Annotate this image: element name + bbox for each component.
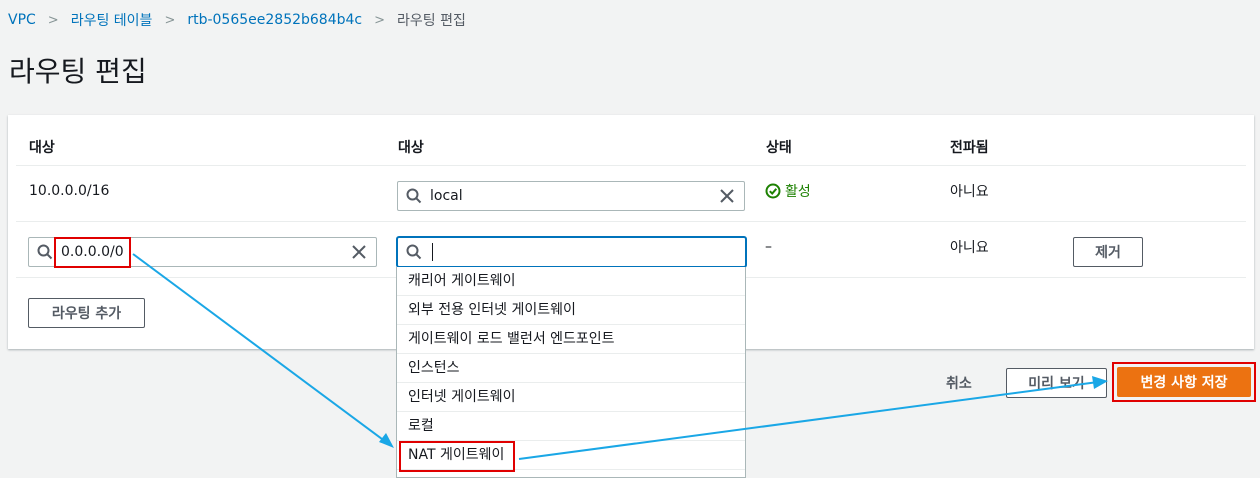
target-search-input[interactable]: local	[397, 181, 745, 211]
breadcrumb-route-tables-link[interactable]: 라우팅 테이블	[71, 10, 153, 30]
status-badge: 활성	[765, 181, 811, 201]
option-egress-only-igw[interactable]: 외부 전용 인터넷 게이트웨이	[397, 296, 745, 325]
breadcrumb-current: 라우팅 편집	[397, 13, 466, 29]
route-destination: 10.0.0.0/16	[29, 183, 110, 199]
target-type-dropdown: 캐리어 게이트웨이 외부 전용 인터넷 게이트웨이 게이트웨이 로드 밸런서 엔…	[396, 267, 746, 478]
text-caret	[432, 243, 433, 261]
option-local[interactable]: 로컬	[397, 412, 745, 441]
status-text: –	[765, 239, 772, 255]
destination-value: 0.0.0.0/0	[61, 244, 124, 260]
annotation-arrowhead	[379, 433, 394, 448]
preview-button[interactable]: 미리 보기	[1006, 368, 1107, 398]
option-carrier-gateway[interactable]: 캐리어 게이트웨이	[397, 267, 745, 296]
chevron-right-icon: >	[164, 12, 176, 28]
clear-icon[interactable]	[718, 187, 736, 205]
header-divider	[16, 165, 1246, 166]
cancel-button[interactable]: 취소	[946, 373, 972, 393]
chevron-right-icon: >	[374, 12, 386, 28]
search-icon	[37, 244, 53, 260]
option-nat-gateway[interactable]: NAT 게이트웨이	[397, 441, 745, 470]
check-circle-icon	[765, 183, 781, 199]
destination-search-input[interactable]: 0.0.0.0/0	[28, 237, 377, 267]
column-header-target: 대상	[398, 140, 424, 156]
option-internet-gateway[interactable]: 인터넷 게이트웨이	[397, 383, 745, 412]
page-title: 라우팅 편집	[9, 55, 147, 88]
column-header-propagated: 전파됨	[950, 140, 989, 156]
option-instance[interactable]: 인스턴스	[397, 354, 745, 383]
chevron-right-icon: >	[47, 12, 59, 28]
breadcrumb-vpc-link[interactable]: VPC	[8, 12, 36, 28]
column-header-destination: 대상	[29, 140, 55, 156]
propagated-value: 아니요	[950, 240, 989, 256]
save-changes-button[interactable]: 변경 사항 저장	[1117, 367, 1251, 397]
breadcrumb-route-table-id-link[interactable]: rtb-0565ee2852b684b4c	[187, 12, 362, 28]
remove-button[interactable]: 제거	[1073, 237, 1143, 267]
propagated-value: 아니요	[950, 184, 989, 200]
search-icon	[406, 188, 422, 204]
status-text: 활성	[785, 184, 811, 200]
breadcrumb: VPC > 라우팅 테이블 > rtb-0565ee2852b684b4c > …	[8, 10, 466, 30]
column-header-status: 상태	[766, 140, 792, 156]
target-value: local	[430, 188, 463, 204]
search-icon	[406, 244, 422, 260]
add-route-button[interactable]: 라우팅 추가	[28, 298, 145, 328]
option-gwlb-endpoint[interactable]: 게이트웨이 로드 밸런서 엔드포인트	[397, 325, 745, 354]
clear-icon[interactable]	[350, 243, 368, 261]
row-divider	[16, 221, 1246, 222]
target-search-input-active[interactable]	[397, 237, 746, 267]
